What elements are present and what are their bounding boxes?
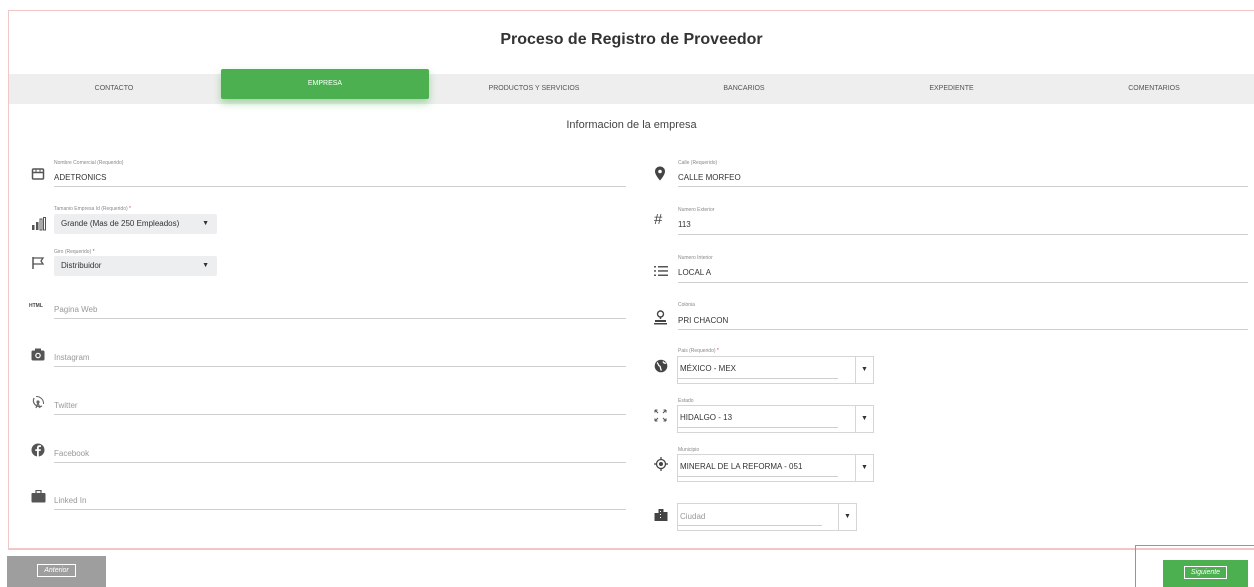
- estado-select[interactable]: HIDALGO - 13 ▼: [677, 405, 874, 433]
- expand-icon: [654, 409, 672, 427]
- caret-down-icon[interactable]: ▼: [838, 504, 856, 530]
- twitter-underline: [54, 414, 626, 415]
- pais-select[interactable]: MÉXICO - MEX ▼: [677, 356, 874, 384]
- tamanio-label: Tamanio Empresa Id (Requerido) *: [54, 206, 131, 212]
- caret-down-icon[interactable]: ▼: [855, 406, 873, 432]
- numero-interior-label: Numero Interior: [678, 255, 713, 261]
- colonia-underline: [678, 329, 1248, 330]
- caret-down-icon[interactable]: ▼: [855, 455, 873, 481]
- tab-bancarios[interactable]: BANCARIOS: [639, 74, 849, 104]
- numero-exterior-input[interactable]: 113: [678, 220, 691, 229]
- city-icon: [654, 508, 672, 526]
- instagram-underline: [54, 366, 626, 367]
- siguiente-button-label: Siguiente: [1183, 566, 1228, 579]
- tab-empresa[interactable]: EMPRESA: [221, 69, 429, 99]
- anterior-button[interactable]: Anterior: [7, 556, 106, 587]
- twitter-input[interactable]: Twitter: [54, 401, 78, 410]
- briefcase-icon: [31, 489, 49, 508]
- linkedin-underline: [54, 509, 626, 510]
- estado-label: Estado: [678, 398, 694, 404]
- tab-bar: CONTACTO EMPRESA PRODUCTOS Y SERVICIOS B…: [9, 69, 1254, 104]
- location-pin-icon: [654, 166, 672, 184]
- pagina-web-underline: [54, 318, 626, 319]
- tamanio-select-value: Grande (Mas de 250 Empleados): [61, 219, 180, 228]
- giro-label: Giro (Requerido) *: [54, 249, 95, 255]
- camera-icon: [31, 348, 49, 366]
- hash-icon: #: [654, 211, 663, 228]
- calle-label: Calle (Requerido): [678, 160, 718, 166]
- anterior-button-label: Anterior: [37, 564, 76, 577]
- list-icon: [654, 264, 672, 282]
- estado-select-value: HIDALGO - 13: [680, 413, 733, 422]
- globe-icon: [654, 359, 672, 377]
- html-icon: HTML: [29, 303, 43, 309]
- tab-productos-servicios[interactable]: PRODUCTOS Y SERVICIOS: [429, 74, 639, 104]
- registration-card: Proceso de Registro de Proveedor CONTACT…: [8, 10, 1254, 550]
- numero-exterior-label: Numero Exterior: [678, 207, 715, 213]
- municipio-select[interactable]: MINERAL DE LA REFORMA - 051 ▼: [677, 454, 874, 482]
- pais-label: Pais (Requerido) *: [678, 348, 719, 354]
- calle-input[interactable]: CALLE MORFEO: [678, 173, 741, 182]
- nombre-comercial-input[interactable]: ADETRONICS: [54, 173, 106, 182]
- siguiente-button[interactable]: Siguiente: [1163, 560, 1248, 587]
- signal-icon: [31, 217, 49, 235]
- caret-down-icon: ▼: [202, 262, 209, 269]
- storefront-icon: [31, 167, 49, 185]
- numero-exterior-underline: [678, 234, 1248, 235]
- caret-down-icon: ▼: [202, 220, 209, 227]
- satellite-dish-icon: [31, 395, 49, 413]
- pagina-web-input[interactable]: Pagina Web: [54, 305, 97, 314]
- colonia-label: Colonia: [678, 302, 695, 308]
- numero-interior-input[interactable]: LOCAL A: [678, 268, 711, 277]
- ciudad-select[interactable]: Ciudad ▼: [677, 503, 857, 531]
- colonia-input[interactable]: PRI CHACON: [678, 316, 728, 325]
- gps-icon: [654, 457, 672, 475]
- nombre-comercial-label: Nombre Comercial (Requerido): [54, 160, 124, 166]
- instagram-input[interactable]: Instagram: [54, 353, 90, 362]
- facebook-input[interactable]: Facebook: [54, 449, 89, 458]
- tab-contacto[interactable]: CONTACTO: [9, 74, 219, 104]
- tab-expediente[interactable]: EXPEDIENTE: [849, 74, 1054, 104]
- calle-underline: [678, 186, 1248, 187]
- caret-down-icon[interactable]: ▼: [855, 357, 873, 383]
- page-title: Proceso de Registro de Proveedor: [500, 31, 763, 48]
- linkedin-input[interactable]: Linked In: [54, 496, 86, 505]
- section-subtitle: Informacion de la empresa: [566, 119, 697, 131]
- flag-icon: [31, 256, 49, 274]
- numero-interior-underline: [678, 282, 1248, 283]
- nombre-comercial-underline: [54, 186, 626, 187]
- pais-select-value: MÉXICO - MEX: [680, 364, 737, 373]
- ciudad-select-placeholder: Ciudad: [680, 512, 706, 521]
- municipio-label: Municipio: [678, 447, 700, 453]
- person-pin-icon: [654, 310, 672, 328]
- tab-comentarios[interactable]: COMENTARIOS: [1054, 74, 1254, 104]
- tamanio-select[interactable]: Grande (Mas de 250 Empleados) ▼: [54, 214, 217, 234]
- giro-select-value: Distribuidor: [61, 261, 102, 270]
- giro-select[interactable]: Distribuidor ▼: [54, 256, 217, 276]
- facebook-icon: [31, 443, 49, 461]
- facebook-underline: [54, 462, 626, 463]
- municipio-select-value: MINERAL DE LA REFORMA - 051: [680, 462, 803, 471]
